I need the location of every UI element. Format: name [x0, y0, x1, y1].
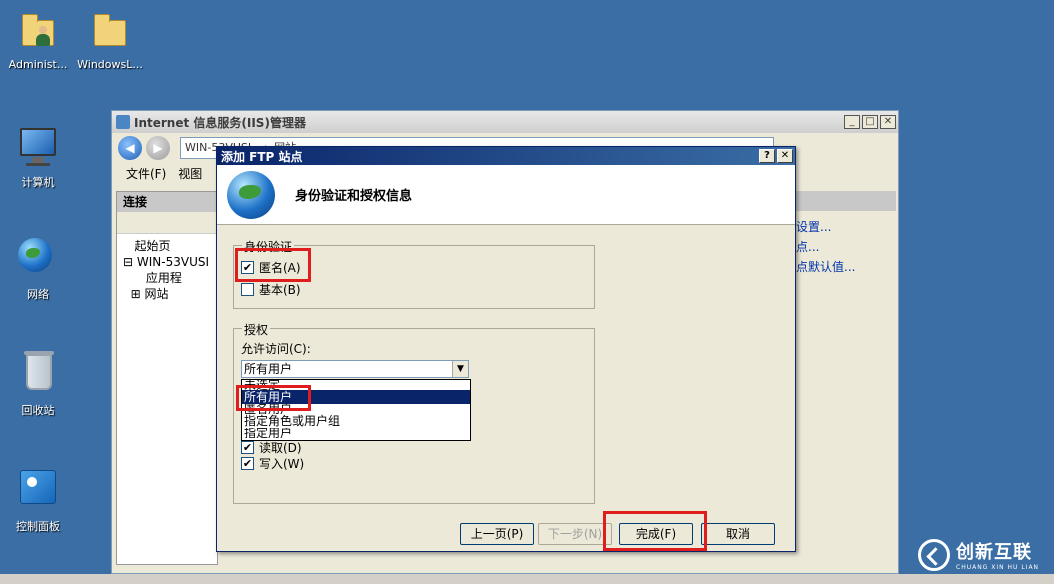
highlight-finish	[603, 511, 707, 551]
add-ftp-site-dialog: 添加 FTP 站点 ? ✕ 身份验证和授权信息 身份验证 ✔ 匿名(A) 基本(B…	[216, 146, 796, 552]
network-icon	[14, 234, 62, 282]
connections-tree: 起始页 ⊟ WIN-53VUSI 应用程 ⊞ 网站	[117, 234, 217, 306]
highlight-all-users	[236, 385, 311, 411]
dropdown-arrow-icon[interactable]: ▼	[452, 361, 468, 377]
close-button[interactable]: ✕	[880, 115, 896, 129]
highlight-anonymous	[235, 248, 311, 282]
desktop-icon-control-panel[interactable]: 控制面板	[0, 466, 76, 534]
logo-icon	[918, 538, 950, 571]
write-checkbox[interactable]: ✔ 写入(W)	[241, 455, 304, 472]
actions-header	[796, 191, 896, 211]
computer-icon	[14, 122, 62, 170]
dialog-title-bar: 添加 FTP 站点 ? ✕	[217, 147, 795, 165]
action-settings[interactable]: 设置...	[796, 217, 896, 237]
tree-item-server[interactable]: ⊟ WIN-53VUSI	[123, 254, 211, 270]
recycle-bin-icon	[14, 350, 62, 398]
back-arrow-icon[interactable]: ◀	[118, 136, 142, 160]
dialog-title: 添加 FTP 站点	[221, 149, 303, 164]
cancel-button[interactable]: 取消	[701, 523, 775, 545]
basic-check[interactable]	[241, 283, 254, 296]
menu-file[interactable]: 文件(F)	[126, 165, 166, 182]
control-panel-icon	[14, 466, 62, 514]
desktop-icon-windowsl[interactable]: WindowsL...	[72, 6, 148, 71]
watermark-cn: 创新互联	[956, 542, 1032, 563]
iis-window-title: Internet 信息服务(IIS)管理器	[134, 115, 306, 130]
menu-view[interactable]: 视图	[178, 165, 202, 182]
desktop-icon-computer[interactable]: 计算机	[0, 122, 76, 190]
read-check[interactable]: ✔	[241, 441, 254, 454]
watermark-en: CHUANG XIN HU LIAN	[956, 564, 1040, 571]
dialog-heading: 身份验证和授权信息	[295, 189, 413, 204]
desktop-icon-administrator[interactable]: Administ...	[0, 6, 76, 71]
actions-pane: 设置... 点... 点默认值...	[796, 191, 896, 565]
connections-header: 连接	[117, 192, 217, 212]
globe-icon	[227, 170, 275, 219]
desktop-icon-network[interactable]: 网络	[0, 234, 76, 302]
authorization-legend: 授权	[242, 321, 271, 338]
watermark-logo: 创新互联 CHUANG XIN HU LIAN	[918, 538, 1039, 571]
action-default-settings[interactable]: 点默认值...	[796, 257, 896, 277]
dialog-header: 身份验证和授权信息	[217, 165, 795, 225]
read-checkbox[interactable]: ✔ 读取(D)	[241, 439, 302, 456]
connections-toolbar	[117, 212, 217, 234]
allow-access-select[interactable]: 所有用户 ▼	[241, 360, 469, 378]
dropdown-option[interactable]: 指定用户	[242, 428, 470, 438]
write-check[interactable]: ✔	[241, 457, 254, 470]
tree-item-sites[interactable]: ⊞ 网站	[123, 286, 211, 302]
allow-access-label: 允许访问(C):	[241, 342, 311, 356]
taskbar	[0, 574, 1054, 584]
dropdown-option[interactable]: 指定角色或用户组	[242, 414, 470, 428]
next-button[interactable]: 下一步(N)	[538, 523, 612, 545]
previous-button[interactable]: 上一页(P)	[460, 523, 534, 545]
maximize-button[interactable]: □	[862, 115, 878, 129]
connections-pane: 连接 起始页 ⊟ WIN-53VUSI 应用程 ⊞ 网站	[116, 191, 218, 565]
tree-item-app-pools[interactable]: 应用程	[123, 270, 211, 286]
dialog-help-button[interactable]: ?	[759, 149, 775, 163]
folder-icon	[94, 14, 126, 46]
minimize-button[interactable]: _	[844, 115, 860, 129]
action-item[interactable]: 点...	[796, 237, 896, 257]
basic-checkbox[interactable]: 基本(B)	[241, 281, 301, 298]
iis-app-icon	[116, 115, 130, 129]
forward-arrow-icon[interactable]: ▶	[146, 136, 170, 160]
dialog-close-button[interactable]: ✕	[777, 149, 793, 163]
tree-item-start-page[interactable]: 起始页	[123, 238, 211, 254]
desktop-icon-recycle-bin[interactable]: 回收站	[0, 350, 76, 418]
user-icon	[36, 26, 50, 48]
iis-title-bar: Internet 信息服务(IIS)管理器 _ □ ✕	[112, 111, 898, 133]
